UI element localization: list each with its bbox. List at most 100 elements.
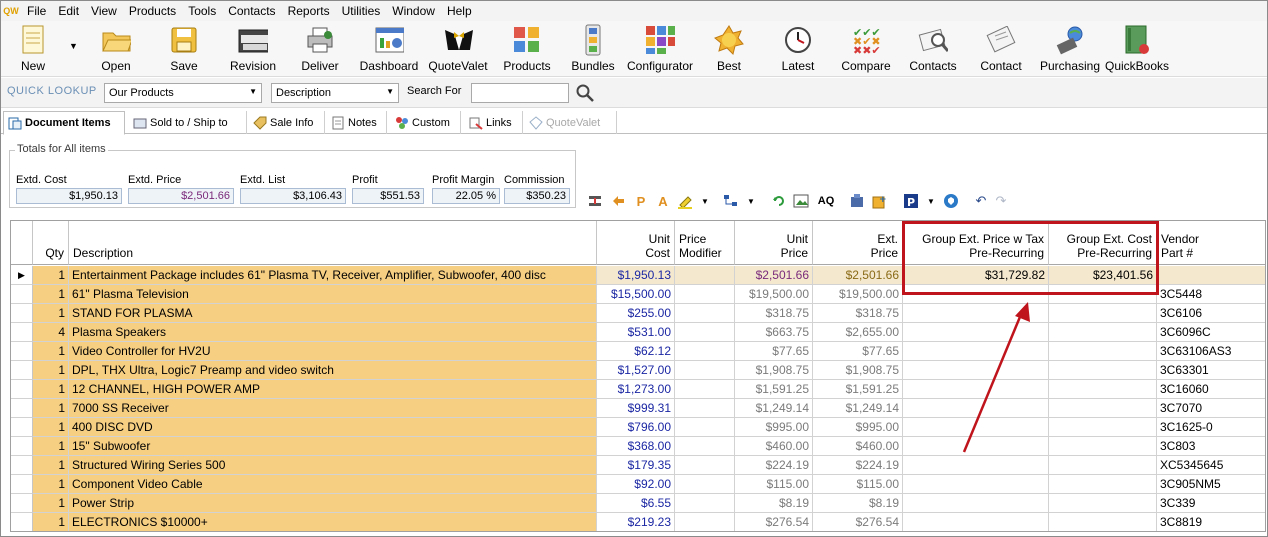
description-cell[interactable]: 7000 SS Receiver bbox=[69, 399, 597, 418]
price-modifier-cell[interactable] bbox=[675, 494, 735, 513]
tab-sale-info[interactable]: Sale Info bbox=[249, 111, 325, 134]
group-ext-cost-cell[interactable] bbox=[1049, 323, 1157, 342]
menu-utilities[interactable]: Utilities bbox=[336, 1, 387, 21]
qty-cell[interactable]: 1 bbox=[33, 456, 69, 475]
group-ext-price-cell[interactable] bbox=[903, 475, 1049, 494]
bundle-icon[interactable] bbox=[848, 192, 866, 210]
price-letter-icon[interactable]: P bbox=[632, 192, 650, 210]
save-button[interactable]: Save bbox=[164, 23, 204, 75]
unit-price-cell[interactable]: $1,249.14 bbox=[735, 399, 813, 418]
row-indicator[interactable] bbox=[11, 342, 33, 361]
unit-cost-cell[interactable]: $796.00 bbox=[597, 418, 675, 437]
tab-sold-to-ship-to[interactable]: Sold to / Ship to bbox=[129, 111, 247, 134]
unit-price-cell[interactable]: $663.75 bbox=[735, 323, 813, 342]
menu-help[interactable]: Help bbox=[441, 1, 478, 21]
compare-button[interactable]: ✔✔✔ ✖✔✖ ✖✖✔ Compare bbox=[839, 23, 893, 75]
paypal-icon[interactable]: P bbox=[902, 192, 920, 210]
products-button[interactable]: Products bbox=[501, 23, 553, 75]
group-ext-cost-header[interactable]: Group Ext. Cost Pre-Recurring bbox=[1049, 221, 1157, 265]
undo-icon[interactable]: ↶ bbox=[972, 192, 990, 210]
unit-price-cell[interactable]: $77.65 bbox=[735, 342, 813, 361]
table-row[interactable]: 1 DPL, THX Ultra, Logic7 Preamp and video… bbox=[11, 361, 1265, 380]
vendor-part-cell[interactable]: 3C6096C bbox=[1157, 323, 1265, 342]
unit-cost-cell[interactable]: $219.23 bbox=[597, 513, 675, 531]
unit-price-cell[interactable]: $115.00 bbox=[735, 475, 813, 494]
open-button[interactable]: Open bbox=[95, 23, 137, 75]
unit-price-cell[interactable]: $276.54 bbox=[735, 513, 813, 531]
qty-cell[interactable]: 1 bbox=[33, 380, 69, 399]
group-ext-cost-cell[interactable] bbox=[1049, 285, 1157, 304]
ext-price-cell[interactable]: $8.19 bbox=[813, 494, 903, 513]
price-modifier-cell[interactable] bbox=[675, 304, 735, 323]
lookup-field-select[interactable]: Description ▼ bbox=[271, 83, 399, 103]
table-row[interactable]: ▶ 1 Entertainment Package includes 61" Pla… bbox=[11, 266, 1265, 285]
table-row[interactable]: 1 Power Strip $6.55 $8.19 $8.19 3C339 bbox=[11, 494, 1265, 513]
qty-cell[interactable]: 1 bbox=[33, 266, 69, 285]
unit-price-cell[interactable]: $1,591.25 bbox=[735, 380, 813, 399]
vendor-part-cell[interactable]: 3C63106AS3 bbox=[1157, 342, 1265, 361]
vendor-part-cell[interactable]: 3C8819 bbox=[1157, 513, 1265, 531]
unit-price-cell[interactable]: $8.19 bbox=[735, 494, 813, 513]
ext-price-cell[interactable]: $995.00 bbox=[813, 418, 903, 437]
unit-cost-cell[interactable]: $255.00 bbox=[597, 304, 675, 323]
unit-price-header[interactable]: Unit Price bbox=[735, 221, 813, 265]
unit-price-cell[interactable]: $460.00 bbox=[735, 437, 813, 456]
current-row-pointer-icon[interactable]: ▶ bbox=[11, 266, 33, 285]
unit-price-cell[interactable]: $2,501.66 bbox=[735, 266, 813, 285]
tab-links[interactable]: Links bbox=[465, 111, 523, 134]
unit-cost-cell[interactable]: $62.12 bbox=[597, 342, 675, 361]
row-indicator[interactable] bbox=[11, 361, 33, 380]
vendor-part-cell[interactable]: 3C803 bbox=[1157, 437, 1265, 456]
table-row[interactable]: 4 Plasma Speakers $531.00 $663.75 $2,655.00 3… bbox=[11, 323, 1265, 342]
menu-edit[interactable]: Edit bbox=[52, 1, 85, 21]
tab-quotevalet[interactable]: QuoteValet bbox=[525, 111, 617, 134]
group-ext-cost-cell[interactable] bbox=[1049, 494, 1157, 513]
new-dropdown-arrow-icon[interactable]: ▼ bbox=[69, 41, 78, 51]
menu-view[interactable]: View bbox=[85, 1, 123, 21]
quotevalet-button[interactable]: QuoteValet bbox=[428, 23, 488, 75]
table-row[interactable]: 1 61" Plasma Television $15,500.00 $19,500.… bbox=[11, 285, 1265, 304]
unit-cost-header[interactable]: Unit Cost bbox=[597, 221, 675, 265]
price-modifier-cell[interactable] bbox=[675, 513, 735, 531]
menu-file[interactable]: File bbox=[21, 1, 52, 21]
price-modifier-cell[interactable] bbox=[675, 323, 735, 342]
unit-price-cell[interactable]: $224.19 bbox=[735, 456, 813, 475]
qty-cell[interactable]: 1 bbox=[33, 342, 69, 361]
table-row[interactable]: 1 Component Video Cable $92.00 $115.00 $115.… bbox=[11, 475, 1265, 494]
group-ext-cost-cell[interactable] bbox=[1049, 342, 1157, 361]
qty-cell[interactable]: 1 bbox=[33, 361, 69, 380]
group-ext-price-header[interactable]: Group Ext. Price w Tax Pre-Recurring bbox=[903, 221, 1049, 265]
best-button[interactable]: Best bbox=[709, 23, 749, 75]
payment-dropdown-icon[interactable]: ▼ bbox=[922, 192, 940, 210]
group-ext-cost-cell[interactable]: $23,401.56 bbox=[1049, 266, 1157, 285]
group-ext-cost-cell[interactable] bbox=[1049, 437, 1157, 456]
row-indicator[interactable] bbox=[11, 399, 33, 418]
table-row[interactable]: 1 ELECTRONICS $10000+ $219.23 $276.54 $276.5… bbox=[11, 513, 1265, 531]
table-row[interactable]: 1 400 DISC DVD $796.00 $995.00 $995.00 3C1625… bbox=[11, 418, 1265, 437]
ext-price-cell[interactable]: $1,908.75 bbox=[813, 361, 903, 380]
description-cell[interactable]: Power Strip bbox=[69, 494, 597, 513]
qty-cell[interactable]: 1 bbox=[33, 399, 69, 418]
table-row[interactable]: 1 15" Subwoofer $368.00 $460.00 $460.00 3C803 bbox=[11, 437, 1265, 456]
unit-price-cell[interactable]: $318.75 bbox=[735, 304, 813, 323]
unit-cost-cell[interactable]: $92.00 bbox=[597, 475, 675, 494]
menu-reports[interactable]: Reports bbox=[282, 1, 336, 21]
price-modifier-cell[interactable] bbox=[675, 285, 735, 304]
unit-cost-cell[interactable]: $999.31 bbox=[597, 399, 675, 418]
group-ext-cost-cell[interactable] bbox=[1049, 399, 1157, 418]
qty-header[interactable]: Qty bbox=[33, 221, 69, 265]
vendor-part-cell[interactable]: XC5345645 bbox=[1157, 456, 1265, 475]
latest-button[interactable]: Latest bbox=[777, 23, 819, 75]
row-indicator[interactable] bbox=[11, 380, 33, 399]
price-modifier-cell[interactable] bbox=[675, 361, 735, 380]
description-cell[interactable]: DPL, THX Ultra, Logic7 Preamp and video … bbox=[69, 361, 597, 380]
group-ext-price-cell[interactable] bbox=[903, 494, 1049, 513]
ext-price-cell[interactable]: $115.00 bbox=[813, 475, 903, 494]
description-cell[interactable]: Plasma Speakers bbox=[69, 323, 597, 342]
menu-window[interactable]: Window bbox=[386, 1, 441, 21]
auto-letter-icon[interactable]: A bbox=[654, 192, 672, 210]
unit-cost-cell[interactable]: $531.00 bbox=[597, 323, 675, 342]
group-ext-cost-cell[interactable] bbox=[1049, 304, 1157, 323]
contact-button[interactable]: Contact bbox=[979, 23, 1023, 75]
description-cell[interactable]: Component Video Cable bbox=[69, 475, 597, 494]
